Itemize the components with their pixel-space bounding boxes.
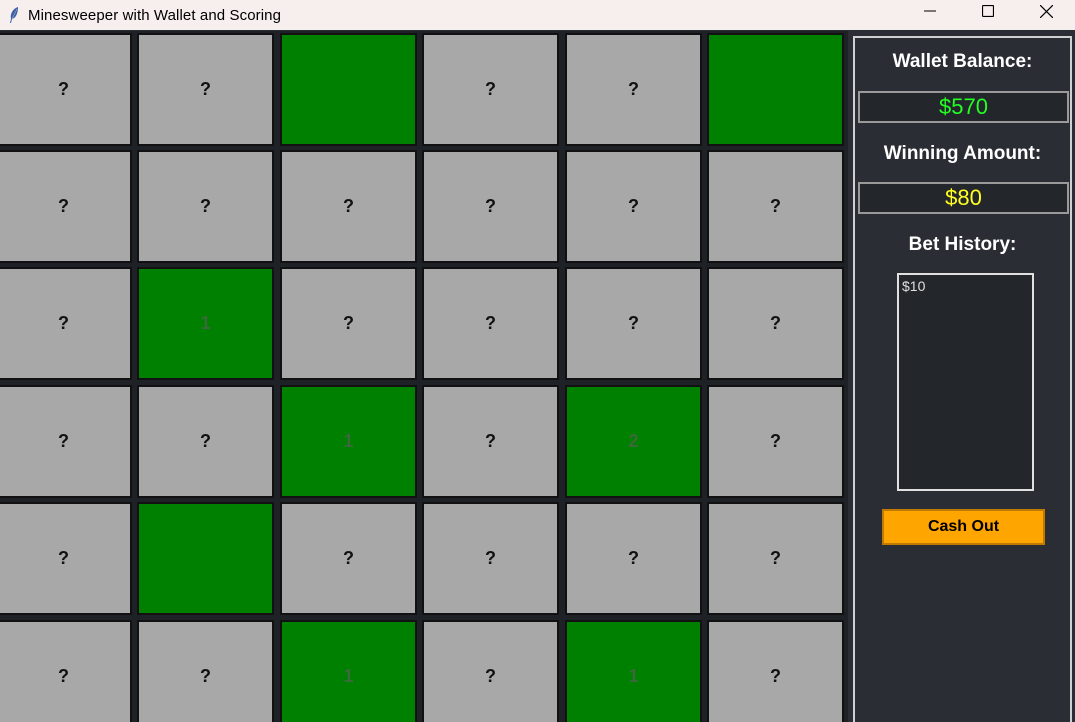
feather-icon [6, 6, 22, 24]
board-cell[interactable]: ? [707, 267, 844, 380]
board-cell[interactable]: ? [0, 150, 132, 263]
board-cell[interactable]: ? [0, 385, 132, 498]
sidebar-panel: Wallet Balance: $570 Winning Amount: $80… [853, 36, 1072, 722]
board-cell[interactable]: ? [0, 620, 132, 722]
close-icon [1039, 4, 1053, 18]
board-cell[interactable]: 1 [137, 267, 274, 380]
board-cell[interactable] [137, 502, 274, 615]
board-cell[interactable]: ? [565, 502, 702, 615]
window-controls [901, 0, 1075, 22]
board-cell[interactable]: ? [137, 150, 274, 263]
board-cell[interactable]: ? [565, 267, 702, 380]
board-cell[interactable] [707, 33, 844, 146]
wallet-balance-label: Wallet Balance: [892, 51, 1033, 72]
board-cell[interactable]: ? [707, 385, 844, 498]
winning-amount-value: $80 [858, 182, 1069, 214]
bet-history-label: Bet History: [908, 234, 1017, 255]
board-cell[interactable]: 1 [280, 620, 417, 722]
board-cell[interactable] [280, 33, 417, 146]
wallet-balance-value: $570 [858, 91, 1069, 123]
board-cell[interactable]: ? [0, 267, 132, 380]
board-cell[interactable]: ? [280, 502, 417, 615]
bet-history-item: $10 [902, 278, 926, 294]
board-cell[interactable]: ? [422, 33, 559, 146]
board-cell[interactable]: ? [0, 33, 132, 146]
board-cell[interactable]: ? [422, 267, 559, 380]
board-cell[interactable]: ? [422, 502, 559, 615]
board-cell[interactable]: ? [707, 620, 844, 722]
minesweeper-board: ??????????? 1?????? 1? 2???????? 1? 1? [0, 31, 848, 722]
board-cell[interactable]: ? [137, 620, 274, 722]
minimize-icon [924, 10, 936, 12]
board-cell[interactable]: 2 [565, 385, 702, 498]
title-bar: Minesweeper with Wallet and Scoring [0, 0, 1075, 30]
board-cell[interactable]: ? [137, 33, 274, 146]
close-button[interactable] [1017, 0, 1075, 22]
winning-amount-label: Winning Amount: [883, 143, 1042, 164]
board-cell[interactable]: 1 [280, 385, 417, 498]
board-cell[interactable]: ? [707, 502, 844, 615]
window-title: Minesweeper with Wallet and Scoring [28, 6, 282, 24]
bet-history-list[interactable]: $10 [897, 273, 1034, 491]
maximize-button[interactable] [959, 0, 1017, 22]
cash-out-button[interactable]: Cash Out [882, 509, 1045, 545]
board-cell[interactable]: ? [422, 385, 559, 498]
board-cell[interactable]: ? [280, 267, 417, 380]
board-cell[interactable]: ? [422, 620, 559, 722]
board-cell[interactable]: 1 [565, 620, 702, 722]
board-cell[interactable]: ? [707, 150, 844, 263]
board-cell[interactable]: ? [565, 150, 702, 263]
maximize-icon [982, 5, 994, 17]
board-cell[interactable]: ? [137, 385, 274, 498]
board-cell[interactable]: ? [565, 33, 702, 146]
board-cell[interactable]: ? [0, 502, 132, 615]
minimize-button[interactable] [901, 0, 959, 22]
board-cell[interactable]: ? [280, 150, 417, 263]
board-cell[interactable]: ? [422, 150, 559, 263]
app-window: Minesweeper with Wallet and Scoring ????… [0, 0, 1075, 722]
